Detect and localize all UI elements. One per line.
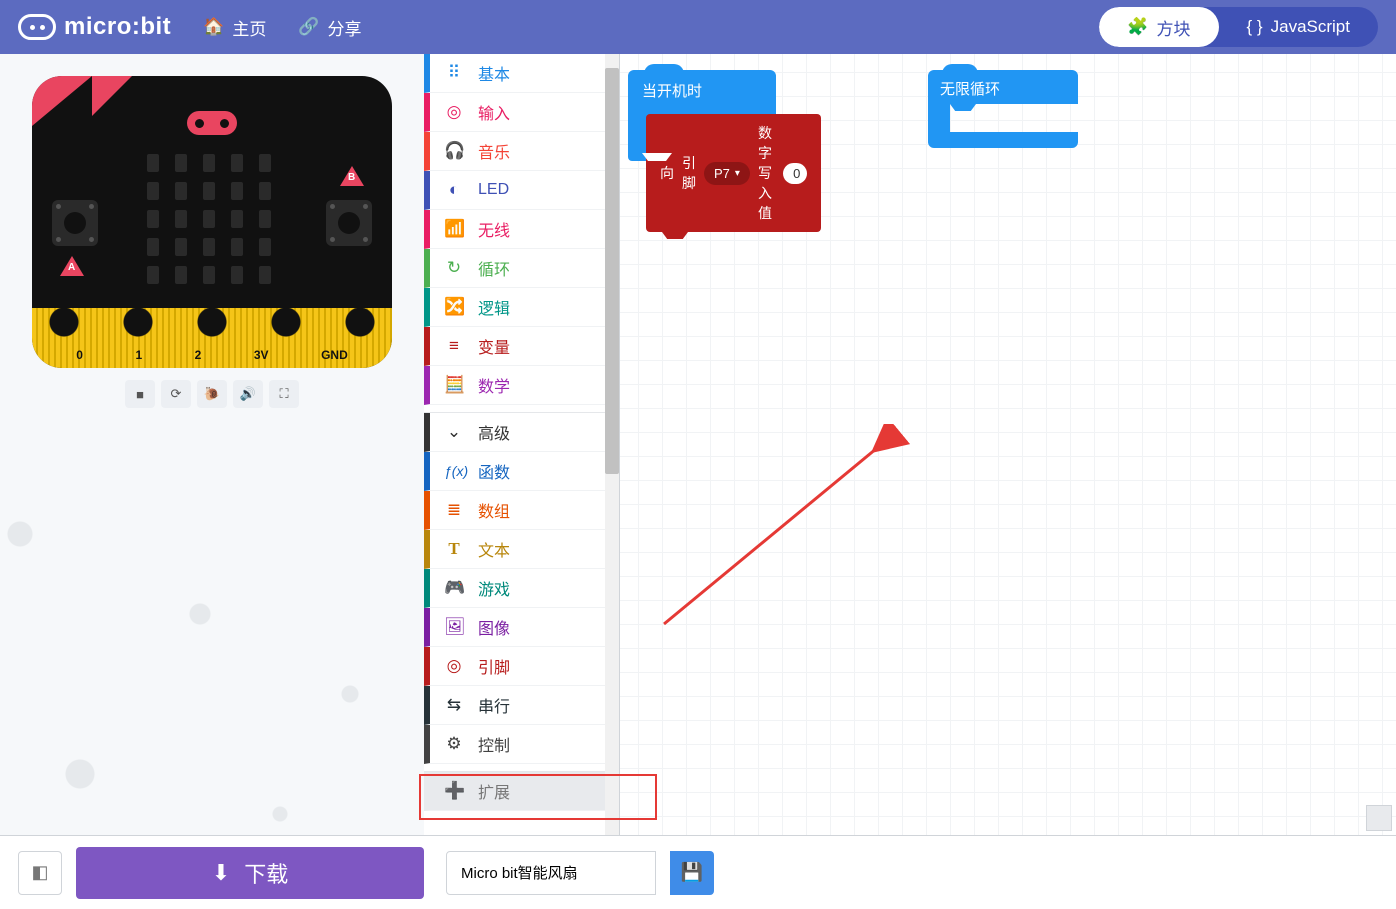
microbit-board[interactable]: B A 0 1 2 3V GND bbox=[32, 76, 392, 368]
brand-text: micro:bit bbox=[64, 13, 171, 41]
category-serial[interactable]: ⇆串行 bbox=[424, 686, 619, 725]
category-advanced[interactable]: ⌄高级 bbox=[424, 413, 619, 452]
pin-gnd[interactable]: GND bbox=[321, 348, 348, 362]
math-icon: 🧮 bbox=[444, 375, 464, 395]
project-name-input[interactable] bbox=[446, 851, 656, 895]
main-area: B A 0 1 2 3V GND bbox=[0, 54, 1396, 835]
category-music[interactable]: 🎧音乐 bbox=[424, 132, 619, 171]
image-icon: 🖼 bbox=[444, 617, 464, 637]
advanced-icon: ⌄ bbox=[444, 422, 464, 442]
control-icon: ⚙ bbox=[444, 734, 464, 754]
toolbox-scrollbar-track[interactable] bbox=[605, 54, 619, 835]
simulator-panel: B A 0 1 2 3V GND bbox=[0, 54, 424, 835]
microbit-logo-icon bbox=[18, 14, 56, 40]
share-link[interactable]: 🔗 分享 bbox=[298, 15, 361, 40]
category-control[interactable]: ⚙控制 bbox=[424, 725, 619, 764]
on-start-block[interactable]: 当开机时 向 引脚 P7 数字写入值 0 bbox=[628, 70, 776, 161]
radio-icon: 📶 bbox=[444, 219, 464, 239]
array-icon: ≣ bbox=[444, 500, 464, 520]
category-math[interactable]: 🧮数学 bbox=[424, 366, 619, 405]
save-icon: 💾 bbox=[681, 862, 703, 883]
logic-icon: 🔀 bbox=[444, 297, 464, 317]
func-icon: ƒ(x) bbox=[444, 463, 464, 479]
led-matrix[interactable] bbox=[147, 154, 271, 284]
forever-block[interactable]: 无限循环 bbox=[928, 70, 1078, 148]
download-label: 下载 bbox=[244, 857, 288, 889]
category-loops[interactable]: ↻循环 bbox=[424, 249, 619, 288]
share-label: 分享 bbox=[328, 15, 362, 40]
download-button[interactable]: ⬇ 下载 bbox=[76, 847, 424, 899]
pin-3v[interactable]: 3V bbox=[254, 348, 269, 362]
sim-audio-button[interactable]: 🔊 bbox=[233, 380, 263, 408]
serial-icon: ⇆ bbox=[444, 695, 464, 715]
category-functions[interactable]: ƒ(x)函数 bbox=[424, 452, 619, 491]
led-icon: ◐ bbox=[444, 180, 464, 200]
add-icon: ➕ bbox=[444, 781, 464, 801]
pin-1[interactable]: 1 bbox=[135, 348, 142, 362]
category-variables[interactable]: ≡变量 bbox=[424, 327, 619, 366]
sim-restart-button[interactable]: ⟳ bbox=[161, 380, 191, 408]
music-icon: 🎧 bbox=[444, 141, 464, 161]
button-a-triangle: A bbox=[60, 256, 84, 276]
sim-slow-button[interactable]: 🐌 bbox=[197, 380, 227, 408]
home-link[interactable]: 🏠 主页 bbox=[203, 15, 266, 40]
category-arrays[interactable]: ≣数组 bbox=[424, 491, 619, 530]
basic-icon: ⠿ bbox=[444, 63, 464, 83]
pins-icon: ◎ bbox=[444, 656, 464, 676]
home-icon: 🏠 bbox=[203, 17, 224, 37]
category-logic[interactable]: 🔀逻辑 bbox=[424, 288, 619, 327]
category-radio[interactable]: 📶无线 bbox=[424, 210, 619, 249]
blocks-icon: 🧩 bbox=[1127, 17, 1148, 37]
digital-write-pin-block[interactable]: 向 引脚 P7 数字写入值 0 bbox=[646, 114, 821, 232]
annotation-arrow-icon bbox=[634, 424, 914, 644]
collapse-sim-button[interactable]: ◧ bbox=[18, 851, 62, 895]
sim-stop-button[interactable]: ■ bbox=[125, 380, 155, 408]
app-header: micro:bit 🏠 主页 🔗 分享 🧩 方块 { } JavaScript bbox=[0, 0, 1396, 54]
game-icon: 🎮 bbox=[444, 578, 464, 598]
category-input[interactable]: ◎输入 bbox=[424, 93, 619, 132]
simulator-controls: ■ ⟳ 🐌 🔊 ⛶ bbox=[0, 380, 424, 408]
button-b-triangle: B bbox=[340, 166, 364, 186]
blocks-label: 方块 bbox=[1157, 15, 1191, 40]
button-a[interactable] bbox=[52, 200, 98, 246]
button-b[interactable] bbox=[326, 200, 372, 246]
category-basic[interactable]: ⠿基本 bbox=[424, 54, 619, 93]
js-icon: { } bbox=[1247, 17, 1263, 37]
category-images[interactable]: 🖼图像 bbox=[424, 608, 619, 647]
pin-2[interactable]: 2 bbox=[195, 348, 202, 362]
save-button[interactable]: 💾 bbox=[670, 851, 714, 895]
toolbox: ⠿基本 ◎输入 🎧音乐 ◐LED 📶无线 ↻循环 🔀逻辑 ≡变量 🧮数学 ⌄高级… bbox=[424, 54, 620, 835]
board-decor bbox=[32, 76, 92, 126]
brand-logo[interactable]: micro:bit bbox=[18, 13, 171, 41]
home-label: 主页 bbox=[232, 15, 266, 40]
forever-label: 无限循环 bbox=[940, 81, 1000, 98]
category-led[interactable]: ◐LED bbox=[424, 171, 619, 210]
editor-mode-toggle: 🧩 方块 { } JavaScript bbox=[1099, 7, 1378, 47]
blocks-workspace[interactable]: 当开机时 向 引脚 P7 数字写入值 0 无限循环 bbox=[620, 54, 1396, 835]
category-text[interactable]: T文本 bbox=[424, 530, 619, 569]
edge-connector[interactable]: 0 1 2 3V GND bbox=[32, 308, 392, 368]
footer-bar: ◧ ⬇ 下载 💾 bbox=[0, 835, 1396, 909]
category-extensions[interactable]: ➕扩展 bbox=[424, 772, 619, 811]
workspace-resize-handle[interactable] bbox=[1366, 805, 1392, 831]
share-icon: 🔗 bbox=[298, 17, 319, 37]
js-label: JavaScript bbox=[1271, 17, 1350, 37]
on-start-label: 当开机时 bbox=[642, 83, 702, 100]
pin-select-dropdown[interactable]: P7 bbox=[704, 162, 750, 185]
input-icon: ◎ bbox=[444, 102, 464, 122]
blocks-mode-button[interactable]: 🧩 方块 bbox=[1099, 7, 1218, 47]
loops-icon: ↻ bbox=[444, 258, 464, 278]
board-decor2 bbox=[92, 76, 132, 116]
pin-0[interactable]: 0 bbox=[76, 348, 83, 362]
javascript-mode-button[interactable]: { } JavaScript bbox=[1219, 7, 1378, 47]
download-icon: ⬇ bbox=[212, 860, 230, 886]
toolbox-scrollbar-thumb[interactable] bbox=[605, 68, 619, 474]
sim-fullscreen-button[interactable]: ⛶ bbox=[269, 380, 299, 408]
vars-icon: ≡ bbox=[444, 336, 464, 356]
pin-value-input[interactable]: 0 bbox=[783, 163, 807, 184]
category-pins[interactable]: ◎引脚 bbox=[424, 647, 619, 686]
category-game[interactable]: 🎮游戏 bbox=[424, 569, 619, 608]
text-icon: T bbox=[444, 539, 464, 559]
board-face-icon bbox=[187, 111, 237, 135]
